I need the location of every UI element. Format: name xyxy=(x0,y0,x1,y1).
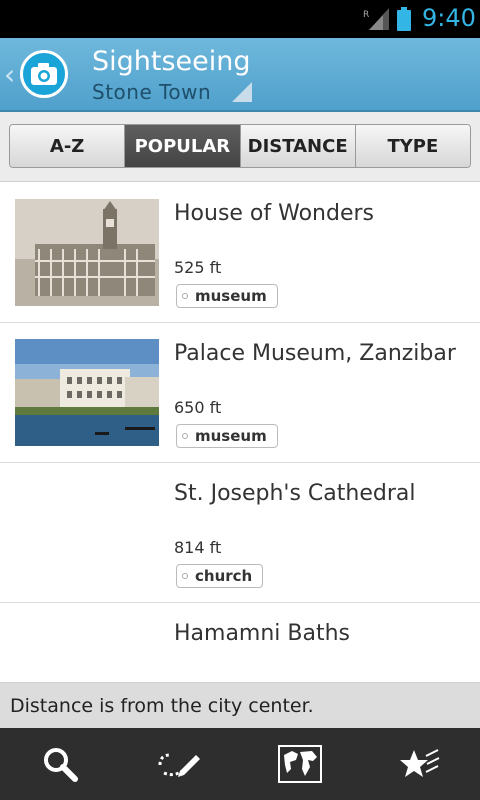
tag-icon xyxy=(182,573,188,579)
places-list[interactable]: House of Wonders 525 ft museum Palace Mu… xyxy=(0,183,480,681)
category-tag: museum xyxy=(176,424,278,448)
list-item[interactable]: St. Joseph's Cathedral 814 ft church xyxy=(0,463,480,603)
sort-tabs-area: A-Z POPULAR DISTANCE TYPE xyxy=(0,112,480,182)
camera-icon[interactable] xyxy=(20,50,68,98)
chevron-left-icon[interactable]: ‹ xyxy=(4,58,15,91)
category-tag-label: museum xyxy=(195,427,267,445)
category-tag: museum xyxy=(176,284,278,308)
route-pencil-icon xyxy=(158,753,200,777)
place-photo xyxy=(15,199,159,306)
city-spinner[interactable]: Stone Town xyxy=(92,80,211,104)
list-item[interactable]: House of Wonders 525 ft museum xyxy=(0,183,480,323)
spinner-triangle-icon xyxy=(232,82,252,102)
favorites-button[interactable] xyxy=(390,734,450,794)
place-photo xyxy=(15,339,159,446)
category-tag: church xyxy=(176,564,264,588)
signal-icon: R xyxy=(363,8,389,30)
roaming-indicator: R xyxy=(363,10,369,20)
place-name: House of Wonders xyxy=(174,201,375,226)
distance-info-bar: Distance is from the city center. xyxy=(0,682,480,728)
route-button[interactable] xyxy=(150,734,210,794)
place-distance: 814 ft xyxy=(174,538,222,557)
category-tag-label: museum xyxy=(195,287,267,305)
page-title: Sightseeing xyxy=(92,46,251,77)
search-icon xyxy=(44,748,78,782)
tag-icon xyxy=(182,433,188,439)
place-name: Hamamni Baths xyxy=(174,621,351,646)
tab-type[interactable]: TYPE xyxy=(355,125,470,167)
category-tag-label: church xyxy=(195,567,253,585)
list-item[interactable]: Hamamni Baths xyxy=(0,603,480,681)
tab-popular[interactable]: POPULAR xyxy=(125,125,241,167)
place-distance: 650 ft xyxy=(174,398,222,417)
list-item[interactable]: Palace Museum, Zanzibar 650 ft museum xyxy=(0,323,480,463)
place-name: St. Joseph's Cathedral xyxy=(174,481,416,506)
map-button[interactable] xyxy=(270,734,330,794)
search-button[interactable] xyxy=(30,734,90,794)
tag-icon xyxy=(182,293,188,299)
place-distance: 525 ft xyxy=(174,258,222,277)
world-map-icon xyxy=(278,745,322,783)
status-bar: R 9:40 xyxy=(0,0,480,38)
bottom-nav xyxy=(0,728,480,800)
tab-distance[interactable]: DISTANCE xyxy=(240,125,356,167)
battery-icon xyxy=(397,7,411,31)
action-bar: ‹ Sightseeing Stone Town xyxy=(0,38,480,112)
favorites-star-icon xyxy=(400,749,440,777)
sort-tabs: A-Z POPULAR DISTANCE TYPE xyxy=(9,124,471,168)
tab-a-z[interactable]: A-Z xyxy=(10,125,126,167)
status-clock: 9:40 xyxy=(422,4,476,32)
place-name: Palace Museum, Zanzibar xyxy=(174,341,456,366)
